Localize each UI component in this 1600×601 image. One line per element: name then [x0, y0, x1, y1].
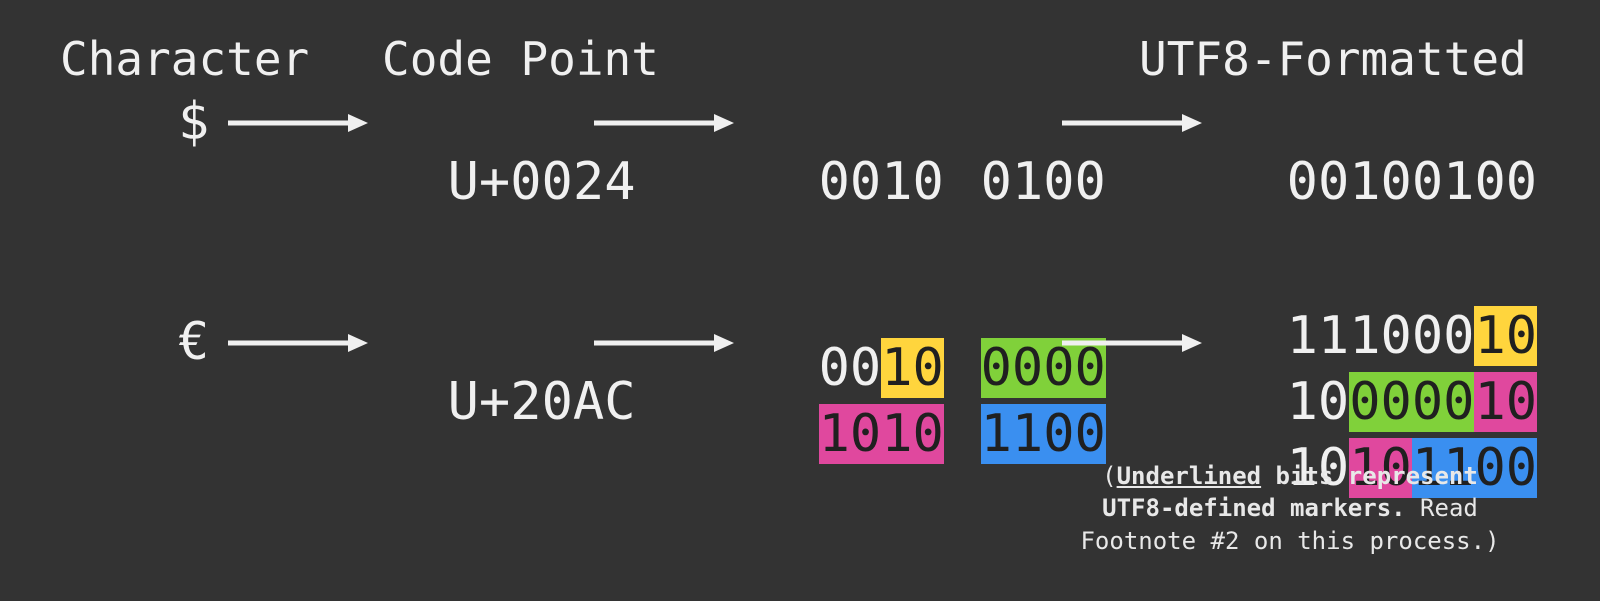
arrow-icon	[228, 328, 368, 358]
row2-nibble-bl: 1010	[756, 344, 944, 464]
footnote: (Underlined bits represent UTF8-defined …	[1060, 460, 1520, 557]
arrow-icon	[228, 108, 368, 138]
arrow-icon	[594, 108, 734, 138]
header-utf8: UTF8-Formatted	[1139, 32, 1527, 86]
header-codepoint: Code Point	[382, 32, 659, 86]
arrow-icon	[1062, 328, 1202, 358]
row1-nibble-a: 0010	[756, 92, 944, 212]
row2-nibble-br: 1100	[918, 344, 1106, 464]
arrow-icon	[1062, 108, 1202, 138]
header-character: Character	[60, 32, 309, 86]
row2-char: €	[178, 312, 209, 372]
row1-char: $	[178, 92, 209, 152]
arrow-icon	[594, 328, 734, 358]
footnote-underlined-word: Underlined	[1117, 462, 1262, 490]
row1-utf8: 00100100	[1224, 92, 1537, 212]
